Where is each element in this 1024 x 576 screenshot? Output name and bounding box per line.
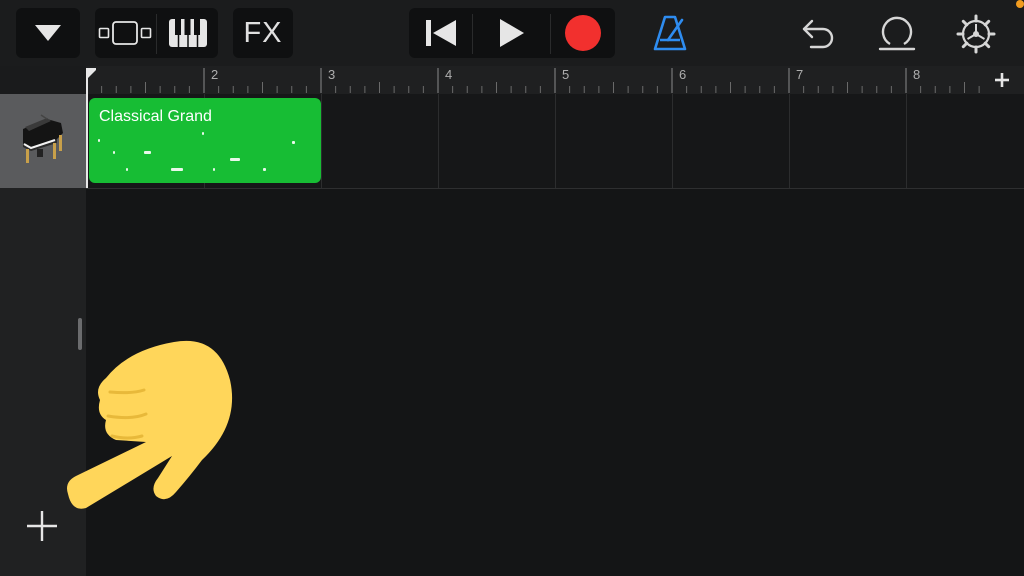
plus-icon — [995, 73, 1009, 87]
metronome-icon — [653, 15, 687, 51]
rewind-button[interactable] — [409, 8, 472, 58]
settings-button[interactable] — [950, 10, 1002, 58]
tracks-view-icon — [98, 21, 152, 45]
fx-label: FX — [243, 16, 283, 49]
undo-button[interactable] — [796, 12, 840, 54]
menu-button[interactable] — [16, 8, 80, 58]
piano-keys-icon — [168, 19, 207, 47]
bar-number: 8 — [913, 67, 921, 82]
keyboard-view-button[interactable] — [157, 8, 218, 58]
note — [263, 168, 266, 171]
bar-number: 7 — [796, 67, 804, 82]
track-header[interactable] — [0, 94, 86, 188]
ruler-ticks — [86, 68, 1024, 93]
transport-controls — [409, 8, 615, 58]
loop-icon — [878, 16, 916, 51]
toolbar: FX — [0, 0, 1024, 66]
play-button[interactable] — [473, 8, 550, 58]
playhead[interactable] — [86, 68, 88, 188]
playhead-handle[interactable] — [86, 68, 96, 78]
triangle-down-icon — [35, 25, 61, 41]
metronome-button[interactable] — [648, 12, 692, 54]
note — [292, 141, 295, 144]
tracks-view-button[interactable] — [95, 8, 155, 58]
skip-back-icon — [425, 20, 456, 46]
bar-number: 5 — [562, 67, 570, 82]
loop-button[interactable] — [872, 12, 922, 54]
status-dot — [1016, 0, 1024, 8]
bar-line — [555, 94, 556, 188]
undo-icon — [802, 19, 834, 49]
add-section-button[interactable] — [980, 66, 1024, 94]
add-track-button[interactable] — [22, 506, 62, 546]
record-icon — [565, 15, 601, 51]
view-toggle — [95, 8, 218, 58]
note — [113, 151, 115, 154]
note — [171, 168, 183, 171]
region-title: Classical Grand — [99, 108, 212, 125]
ruler[interactable]: 2 3 4 5 6 7 8 — [86, 66, 1024, 95]
note — [144, 151, 151, 154]
bar-line — [789, 94, 790, 188]
bar-line — [672, 94, 673, 188]
grand-piano-icon — [23, 114, 63, 163]
bar-line — [906, 94, 907, 188]
note — [230, 158, 240, 161]
bar-number: 3 — [328, 67, 336, 82]
bar-line — [438, 94, 439, 188]
plus-icon — [27, 511, 57, 541]
pointing-hand-emoji — [67, 340, 233, 509]
note — [126, 168, 128, 171]
record-button[interactable] — [551, 8, 615, 58]
note — [213, 168, 215, 171]
bar-number: 6 — [679, 67, 687, 82]
bar-line — [321, 94, 322, 188]
gear-icon — [956, 14, 996, 54]
note — [202, 132, 204, 135]
bar-number: 2 — [211, 67, 219, 82]
midi-region[interactable]: Classical Grand — [89, 98, 321, 183]
fx-button[interactable]: FX — [233, 8, 293, 58]
note — [98, 139, 100, 142]
bar-number: 4 — [445, 67, 453, 82]
play-icon — [499, 19, 524, 47]
ruler-corner — [0, 66, 86, 94]
